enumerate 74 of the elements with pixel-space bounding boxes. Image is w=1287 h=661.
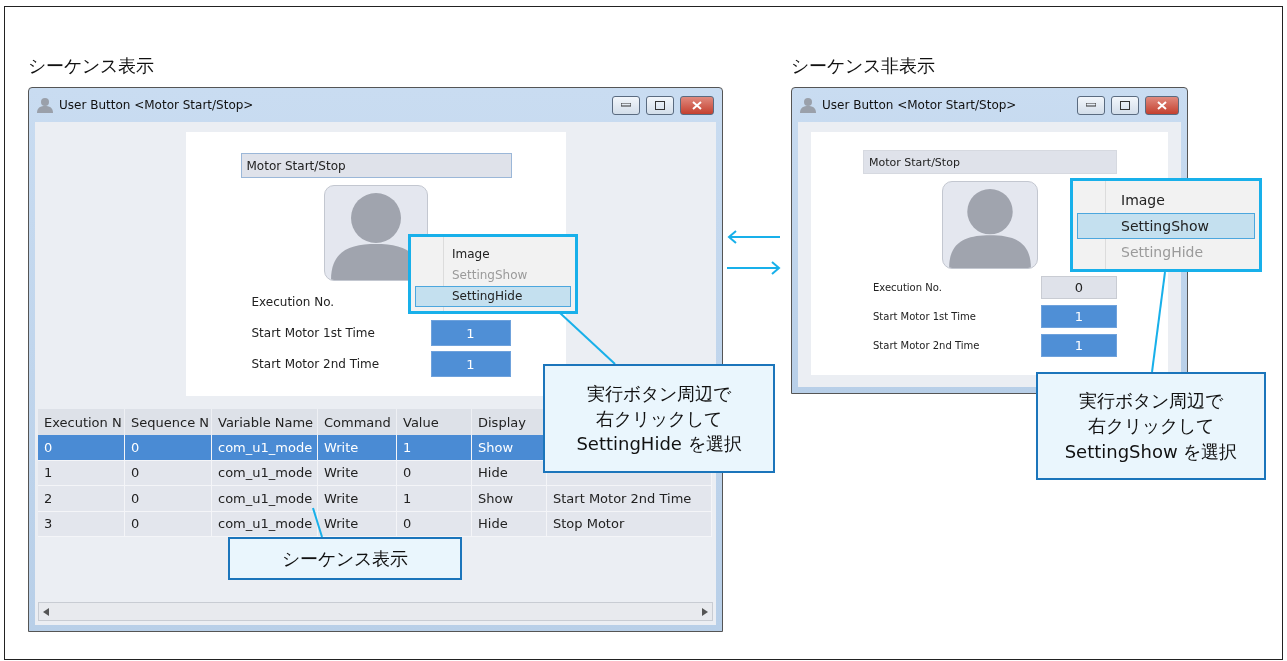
value-field[interactable]: 0 bbox=[1041, 276, 1117, 299]
table-cell[interactable]: 3 bbox=[38, 511, 125, 537]
field-label: Start Motor 1st Time bbox=[251, 326, 376, 340]
minimize-icon bbox=[621, 103, 631, 107]
column-header[interactable]: Execution N bbox=[38, 409, 125, 435]
column-header[interactable]: Sequence N bbox=[125, 409, 212, 435]
table-cell[interactable]: Stop Motor bbox=[547, 511, 712, 537]
table-cell[interactable]: Write bbox=[318, 486, 397, 512]
table-cell[interactable]: 0 bbox=[397, 511, 472, 537]
table-cell[interactable]: com_u1_mode bbox=[212, 511, 318, 537]
close-icon bbox=[1157, 100, 1167, 110]
menu-item[interactable]: SettingHide bbox=[415, 285, 571, 307]
callout-text: SettingHide を選択 bbox=[576, 432, 742, 457]
field-label: Start Motor 2nd Time bbox=[873, 340, 981, 351]
user-icon bbox=[800, 97, 816, 113]
horizontal-scrollbar[interactable] bbox=[38, 602, 713, 621]
field-label: Execution No. bbox=[251, 295, 336, 309]
table-cell[interactable]: 1 bbox=[397, 435, 472, 461]
table-cell[interactable]: 1 bbox=[38, 460, 125, 486]
name-field[interactable]: Motor Start/Stop bbox=[240, 153, 512, 178]
column-header[interactable]: Command bbox=[318, 409, 397, 435]
column-header[interactable]: Value bbox=[397, 409, 472, 435]
leader-line bbox=[312, 507, 323, 538]
table-cell[interactable]: Write bbox=[318, 435, 397, 461]
callout-text: 右クリックして bbox=[1088, 414, 1214, 439]
maximize-button[interactable] bbox=[1111, 95, 1139, 115]
table-cell[interactable]: 1 bbox=[397, 486, 472, 512]
menu-item[interactable]: SettingShow bbox=[1077, 213, 1255, 239]
scroll-right-icon[interactable] bbox=[702, 607, 708, 616]
right-arrow-icon bbox=[726, 261, 781, 275]
maximize-icon bbox=[655, 100, 665, 110]
maximize-icon bbox=[1120, 100, 1130, 110]
table-cell[interactable]: 0 bbox=[125, 435, 212, 461]
table-cell[interactable]: 0 bbox=[125, 486, 212, 512]
left-arrow-icon bbox=[727, 230, 781, 244]
scroll-left-icon[interactable] bbox=[43, 607, 49, 616]
maximize-button[interactable] bbox=[646, 95, 674, 115]
table-cell[interactable]: com_u1_mode bbox=[212, 435, 318, 461]
table-cell[interactable]: Start Motor 2nd Time bbox=[547, 486, 712, 512]
close-button[interactable] bbox=[680, 95, 714, 115]
name-field[interactable]: Motor Start/Stop bbox=[863, 150, 1117, 174]
menu-item[interactable]: Image bbox=[415, 243, 571, 265]
table-cell[interactable]: 2 bbox=[38, 486, 125, 512]
section-heading: シーケンス表示 bbox=[28, 54, 155, 78]
table-cell[interactable]: 0 bbox=[125, 460, 212, 486]
table-cell[interactable]: Hide bbox=[472, 460, 547, 486]
table-cell[interactable]: Hide bbox=[472, 511, 547, 537]
minimize-button[interactable] bbox=[1077, 95, 1105, 115]
field-label: Start Motor 1st Time bbox=[873, 311, 977, 322]
window-title: User Button <Motor Start/Stop> bbox=[822, 98, 1018, 112]
user-icon bbox=[37, 97, 53, 113]
menu-item[interactable]: Image bbox=[1077, 187, 1255, 213]
table-cell[interactable]: 0 bbox=[38, 435, 125, 461]
table-cell[interactable]: Write bbox=[318, 460, 397, 486]
table-cell[interactable]: Show bbox=[472, 486, 547, 512]
minimize-icon bbox=[1086, 103, 1096, 107]
table-cell[interactable]: 0 bbox=[397, 460, 472, 486]
table-cell[interactable]: 0 bbox=[125, 511, 212, 537]
minimize-button[interactable] bbox=[612, 95, 640, 115]
table-cell[interactable]: Write bbox=[318, 511, 397, 537]
field-label: Execution No. bbox=[873, 282, 943, 293]
table-cell[interactable]: com_u1_mode bbox=[212, 460, 318, 486]
callout-text: 右クリックして bbox=[596, 406, 722, 431]
callout-text: シーケンス表示 bbox=[282, 546, 408, 571]
section-heading: シーケンス非表示 bbox=[791, 54, 936, 78]
callout-text: 実行ボタン周辺で bbox=[1079, 389, 1223, 414]
callout-text: SettingShow を選択 bbox=[1064, 439, 1238, 464]
window-title: User Button <Motor Start/Stop> bbox=[59, 98, 255, 112]
column-header[interactable]: Variable Name bbox=[212, 409, 318, 435]
callout-text: 実行ボタン周辺で bbox=[587, 381, 731, 406]
close-icon bbox=[692, 100, 702, 110]
close-button[interactable] bbox=[1145, 95, 1179, 115]
table-cell[interactable]: com_u1_mode bbox=[212, 486, 318, 512]
field-label: Start Motor 2nd Time bbox=[251, 357, 381, 371]
